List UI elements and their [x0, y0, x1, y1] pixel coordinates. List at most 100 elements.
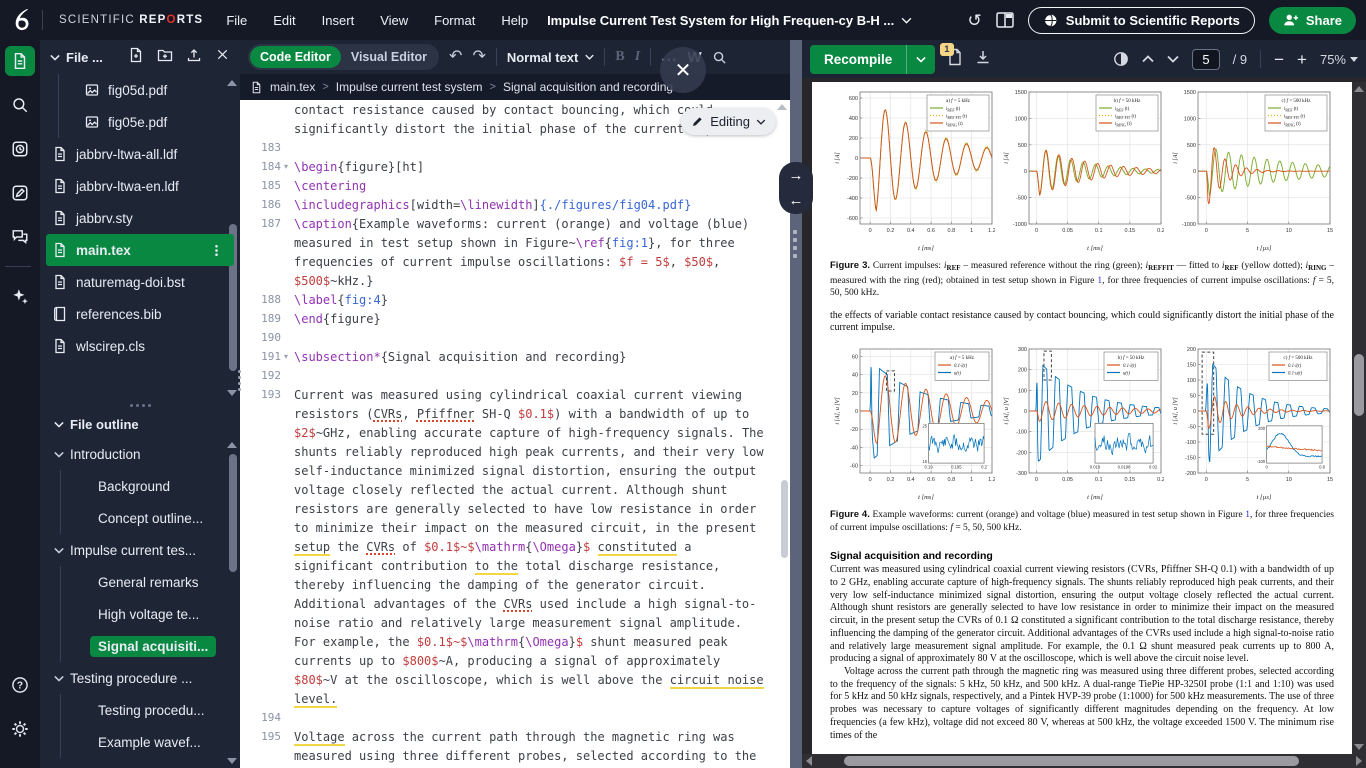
outline-item-example-wavef---[interactable]: Example wavef...	[40, 726, 240, 758]
ai-assistant-sparkle-icon[interactable]	[5, 281, 35, 311]
outline-item-general-remarks[interactable]: General remarks	[40, 566, 240, 598]
file-item-wlscirep.cls[interactable]: wlscirep.cls	[40, 330, 240, 362]
file-item-jabbrv-ltwa-en.ldf[interactable]: jabbrv-ltwa-en.ldf	[40, 170, 240, 202]
code-line[interactable]: 189\end{figure}	[240, 309, 790, 328]
outline-resize-handle[interactable]	[40, 400, 240, 410]
contrast-icon[interactable]	[1113, 51, 1129, 67]
outline-item-high-voltage-te---[interactable]: High voltage te...	[40, 598, 240, 630]
breadcrumb-section[interactable]: Impulse current test system	[336, 80, 483, 94]
document-title[interactable]: Impulse Current Test System for High Fre…	[547, 13, 912, 28]
page-down-icon[interactable]	[1167, 55, 1179, 63]
editing-mode-pill[interactable]: Editing	[681, 108, 776, 135]
panel-resize-dots[interactable]	[238, 370, 241, 391]
code-line[interactable]: thereby influencing the damping of the g…	[240, 575, 790, 594]
menu-format[interactable]: Format	[421, 13, 488, 28]
zoom-level-dropdown[interactable]: 75%	[1320, 52, 1358, 67]
code-line[interactable]: 194	[240, 708, 790, 727]
history-icon[interactable]	[5, 134, 35, 164]
layout-icon[interactable]	[996, 12, 1014, 28]
share-button[interactable]: Share	[1269, 7, 1356, 34]
code-line[interactable]: Additional advantages of the CVRs used i…	[240, 594, 790, 613]
close-panel-icon[interactable]	[215, 47, 230, 67]
code-line[interactable]: setup the CVRs of $0.1$~$\mathrm{\Omega}…	[240, 537, 790, 556]
code-line[interactable]: 187\caption{Example waveforms: current (…	[240, 214, 790, 233]
page-number-input[interactable]: 5	[1192, 49, 1219, 70]
editor-scrollbar[interactable]	[781, 480, 788, 558]
code-line[interactable]: frequencies of current impulse oscillati…	[240, 252, 790, 271]
close-overlay-button[interactable]: ✕	[660, 47, 706, 93]
paragraph-style-dropdown[interactable]: Normal text	[507, 50, 595, 65]
help-icon[interactable]: ?	[5, 670, 35, 700]
history-icon[interactable]: ↺	[968, 12, 982, 29]
code-line[interactable]: 193Current was measured using cylindrica…	[240, 385, 790, 404]
code-line[interactable]: shunts reliably reproduced high peak cur…	[240, 442, 790, 461]
file-item-fig05e.pdf[interactable]: fig05e.pdf	[40, 106, 240, 138]
code-line[interactable]: voltage closely reflected the actual cur…	[240, 480, 790, 499]
chat-icon[interactable]	[5, 222, 35, 252]
italic-icon[interactable]: I	[635, 49, 640, 65]
zoom-out-icon[interactable]: −	[1274, 51, 1284, 68]
undo-icon[interactable]: ↶	[449, 49, 462, 65]
chevron-down-icon[interactable]	[50, 54, 60, 61]
outline-item-testing-procedu---[interactable]: Testing procedu...	[40, 694, 240, 726]
code-line[interactable]: measured using three different probes, s…	[240, 746, 790, 765]
menu-edit[interactable]: Edit	[260, 13, 308, 28]
file-item-jabbrv-ltwa-all.ldf[interactable]: jabbrv-ltwa-all.ldf	[40, 138, 240, 170]
search-icon[interactable]	[712, 50, 727, 65]
outline-item-introduction[interactable]: Introduction	[40, 438, 240, 470]
overleaf-logo[interactable]: SCIENTIFIC REPORTS	[0, 8, 213, 32]
pdf-hscroll-thumb[interactable]	[844, 756, 1299, 766]
code-line[interactable]: For example, the $0.1$~$\mathrm{\Omega}$…	[240, 632, 790, 651]
fold-marker[interactable]: ▾	[284, 352, 294, 361]
code-editor-tab[interactable]: Code Editor	[250, 46, 341, 68]
editor-doc-icon[interactable]	[5, 46, 35, 76]
outline-item-background[interactable]: Background	[40, 470, 240, 502]
code-line[interactable]: significant contribution to the total di…	[240, 556, 790, 575]
code-line[interactable]: resistors are generally selected to have…	[240, 499, 790, 518]
outline-item-testing-procedure----[interactable]: Testing procedure ...	[40, 662, 240, 694]
code-line[interactable]: 184▾\begin{figure}[ht]	[240, 157, 790, 176]
code-line[interactable]: to minimize their impact on the measured…	[240, 518, 790, 537]
code-line[interactable]: noise ratio and relatively large measure…	[240, 613, 790, 632]
bold-icon[interactable]: B	[615, 49, 624, 65]
code-line[interactable]: currents up to $800$~A, producing a sign…	[240, 651, 790, 670]
outline-item-signal-acquisiti---[interactable]: Signal acquisiti...	[40, 630, 240, 662]
editor-pdf-divider[interactable]: → ←	[790, 40, 802, 768]
new-folder-icon[interactable]	[157, 47, 173, 68]
file-item-references.bib[interactable]: references.bib	[40, 298, 240, 330]
visual-editor-tab[interactable]: Visual Editor	[341, 46, 437, 68]
code-line[interactable]: measured in test setup shown in Figure~\…	[240, 233, 790, 252]
zoom-in-icon[interactable]: +	[1297, 51, 1307, 68]
code-line[interactable]: 188\label{fig:4}	[240, 290, 790, 309]
code-line[interactable]: $80$~V at the oscilloscope, which is wel…	[240, 670, 790, 689]
sync-to-code-icon[interactable]: ←	[789, 193, 804, 208]
file-item-naturemag-doi.bst[interactable]: naturemag-doi.bst	[40, 266, 240, 298]
chevron-down-icon[interactable]	[54, 547, 64, 554]
code-line[interactable]: 195Voltage across the current path throu…	[240, 727, 790, 746]
code-line[interactable]: self-inductance minimized signal distort…	[240, 461, 790, 480]
code-line[interactable]: 186\includegraphics[width=\linewidth]{./…	[240, 195, 790, 214]
kebab-menu-icon[interactable]	[209, 243, 224, 258]
code-line[interactable]: 191▾\subsection*{Signal acquisition and …	[240, 347, 790, 366]
sync-to-pdf-icon[interactable]: →	[789, 168, 804, 183]
pdf-horizontal-scrollbar[interactable]	[802, 754, 1366, 768]
file-item-jabbrv.sty[interactable]: jabbrv.sty	[40, 202, 240, 234]
chevron-down-icon[interactable]	[54, 675, 64, 682]
file-outline-header[interactable]: File outline	[40, 410, 240, 438]
code-line[interactable]: $500$~kHz.}	[240, 271, 790, 290]
file-item-main.tex[interactable]: main.tex	[46, 234, 234, 266]
download-pdf-icon[interactable]	[975, 49, 991, 70]
breadcrumb-file[interactable]: main.tex	[270, 80, 315, 94]
pdf-vertical-scrollbar[interactable]	[1352, 82, 1366, 754]
menu-view[interactable]: View	[367, 13, 421, 28]
code-line[interactable]: resistors (CVRs, Pfiffner SH-Q $0.1$) wi…	[240, 404, 790, 423]
code-line[interactable]: 183	[240, 138, 790, 157]
settings-gear-icon[interactable]	[5, 714, 35, 744]
breadcrumb-subsection[interactable]: Signal acquisition and recording	[503, 80, 673, 94]
file-item-fig05d.pdf[interactable]: fig05d.pdf	[40, 74, 240, 106]
menu-insert[interactable]: Insert	[309, 13, 368, 28]
scroll-down-arrow[interactable]	[227, 390, 237, 396]
code-line[interactable]: $2$~GHz, enabling accurate capture of hi…	[240, 423, 790, 442]
menu-help[interactable]: Help	[488, 13, 541, 28]
recompile-options-chevron[interactable]	[906, 45, 935, 74]
